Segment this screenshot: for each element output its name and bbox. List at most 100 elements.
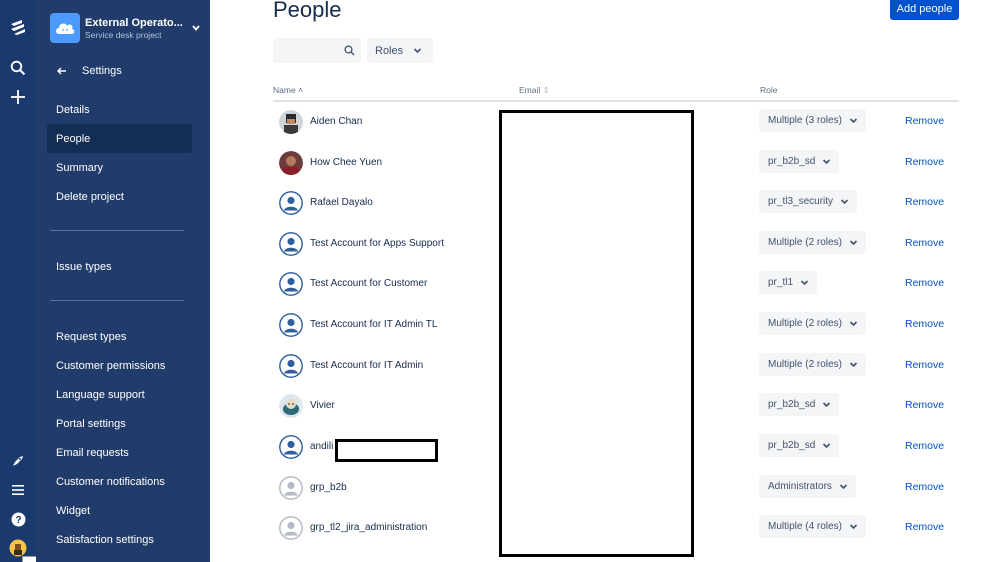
- photo-avatar-icon: [279, 151, 303, 175]
- sidebar-item-email-requests[interactable]: Email requests: [47, 438, 192, 467]
- page-title: People: [273, 0, 342, 22]
- role-dropdown[interactable]: pr_b2b_sd: [759, 393, 840, 416]
- sidebar-item-request-types[interactable]: Request types: [47, 322, 192, 351]
- back-label: Settings: [82, 65, 122, 77]
- person-name[interactable]: Vivier: [310, 400, 335, 411]
- chevron-down-icon: [849, 321, 857, 327]
- sidebar-item-customer-notifications[interactable]: Customer notifications: [47, 467, 192, 496]
- person-name[interactable]: Rafael Dayalo: [310, 197, 373, 208]
- remove-button[interactable]: Remove: [905, 359, 944, 371]
- sidebar-divider: [50, 230, 184, 231]
- email-column-header[interactable]: Email ⇕: [519, 85, 550, 96]
- default-user-avatar-icon: [279, 232, 303, 256]
- role-label: Administrators: [768, 481, 832, 492]
- roles-filter-dropdown[interactable]: Roles: [367, 38, 433, 63]
- remove-button[interactable]: Remove: [905, 277, 944, 289]
- person-name[interactable]: Test Account for IT Admin: [310, 360, 423, 371]
- remove-button[interactable]: Remove: [905, 440, 944, 452]
- search-input[interactable]: [277, 41, 341, 60]
- sidebar-divider: [50, 300, 184, 301]
- arrow-left-icon: [57, 67, 66, 75]
- sidebar-item-customer-permissions[interactable]: Customer permissions: [47, 351, 192, 380]
- search-icon[interactable]: [344, 45, 355, 56]
- chevron-down-icon: [849, 524, 857, 530]
- chevron-down-icon: [839, 484, 847, 490]
- photo-avatar-icon: [279, 394, 303, 418]
- role-label: Multiple (2 roles): [768, 359, 842, 370]
- create-plus-icon[interactable]: [0, 83, 36, 111]
- project-type: Service desk project: [85, 29, 162, 40]
- person-name[interactable]: Test Account for Customer: [310, 278, 427, 289]
- person-name[interactable]: How Chee Yuen: [310, 157, 382, 168]
- chevron-down-icon: [823, 159, 831, 165]
- default-user-avatar-icon: [279, 435, 303, 459]
- default-user-avatar-icon: [279, 313, 303, 337]
- role-dropdown[interactable]: pr_b2b_sd: [759, 150, 840, 173]
- app-root: ? External Operato... Service desk proje…: [0, 0, 999, 562]
- role-label: pr_b2b_sd: [768, 399, 816, 410]
- remove-button[interactable]: Remove: [905, 237, 944, 249]
- role-dropdown[interactable]: pr_tl1: [759, 271, 818, 294]
- role-label: Multiple (2 roles): [768, 318, 842, 329]
- photo-avatar-icon: [279, 110, 303, 134]
- default-user-avatar-icon: [279, 272, 303, 296]
- role-dropdown[interactable]: Multiple (4 roles): [759, 515, 866, 538]
- project-avatar: [50, 13, 80, 43]
- person-name[interactable]: Aiden Chan: [310, 116, 362, 127]
- role-dropdown[interactable]: Multiple (2 roles): [759, 312, 866, 335]
- remove-button[interactable]: Remove: [905, 115, 944, 127]
- remove-button[interactable]: Remove: [905, 318, 944, 330]
- role-label: Multiple (4 roles): [768, 521, 842, 532]
- chevron-down-icon: [840, 199, 849, 205]
- person-name[interactable]: Test Account for Apps Support: [310, 238, 444, 249]
- remove-button[interactable]: Remove: [905, 196, 944, 208]
- sidebar-item-summary[interactable]: Summary: [47, 153, 192, 182]
- person-name[interactable]: grp_tl2_jira_administration: [310, 522, 427, 533]
- chevron-down-icon: [823, 402, 831, 408]
- name-column-header[interactable]: Name ˄: [273, 85, 303, 95]
- sort-ascending-icon: ˄: [295, 85, 304, 95]
- sidebar-item-issue-types[interactable]: Issue types: [47, 252, 192, 281]
- group-avatar-icon: [279, 516, 303, 540]
- role-dropdown[interactable]: Multiple (3 roles): [759, 109, 866, 132]
- project-name: External Operato...: [85, 16, 183, 29]
- role-label: Multiple (2 roles): [768, 237, 842, 248]
- default-user-avatar-icon: [279, 191, 303, 215]
- remove-button[interactable]: Remove: [905, 481, 944, 493]
- person-name[interactable]: Test Account for IT Admin TL: [310, 319, 437, 330]
- sidebar-item-language-support[interactable]: Language support: [47, 380, 192, 409]
- project-switcher[interactable]: External Operato... Service desk project: [50, 12, 202, 44]
- menu-icon[interactable]: [0, 476, 36, 504]
- sidebar-item-portal-settings[interactable]: Portal settings: [47, 409, 192, 438]
- svg-text:?: ?: [15, 515, 21, 526]
- person-name[interactable]: andili: [310, 441, 333, 452]
- role-dropdown[interactable]: pr_b2b_sd: [759, 434, 840, 457]
- feedback-rocket-icon[interactable]: [0, 447, 36, 475]
- remove-button[interactable]: Remove: [905, 156, 944, 168]
- sidebar-item-satisfaction-settings[interactable]: Satisfaction settings: [47, 525, 192, 554]
- role-dropdown[interactable]: Multiple (2 roles): [759, 231, 866, 254]
- sidebar-item-people[interactable]: People: [47, 124, 192, 153]
- role-label: pr_tl1: [768, 277, 794, 288]
- project-sidebar: External Operato... Service desk project…: [36, 0, 210, 562]
- roles-filter-label: Roles: [375, 44, 404, 57]
- sidebar-item-widget[interactable]: Widget: [47, 496, 192, 525]
- sidebar-item-delete-project[interactable]: Delete project: [47, 182, 192, 211]
- jira-logo-icon[interactable]: [0, 13, 36, 41]
- remove-button[interactable]: Remove: [905, 399, 944, 411]
- search-icon[interactable]: [0, 54, 36, 82]
- chevron-down-icon: [849, 362, 857, 368]
- role-dropdown[interactable]: Multiple (2 roles): [759, 353, 866, 376]
- role-dropdown[interactable]: pr_tl3_security: [759, 190, 858, 213]
- back-to-settings[interactable]: Settings: [56, 63, 122, 79]
- help-icon[interactable]: ?: [0, 505, 36, 533]
- person-name[interactable]: grp_b2b: [310, 482, 347, 493]
- default-user-avatar-icon: [279, 354, 303, 378]
- role-label: pr_tl3_security: [768, 196, 834, 207]
- sort-icon: ⇕: [540, 85, 550, 95]
- main-content: People Add people Roles Name ˄ Email ⇕ R…: [210, 0, 999, 562]
- role-dropdown[interactable]: Administrators: [759, 475, 856, 498]
- sidebar-item-details[interactable]: Details: [47, 95, 192, 124]
- add-people-button[interactable]: Add people: [890, 0, 959, 20]
- remove-button[interactable]: Remove: [905, 521, 944, 533]
